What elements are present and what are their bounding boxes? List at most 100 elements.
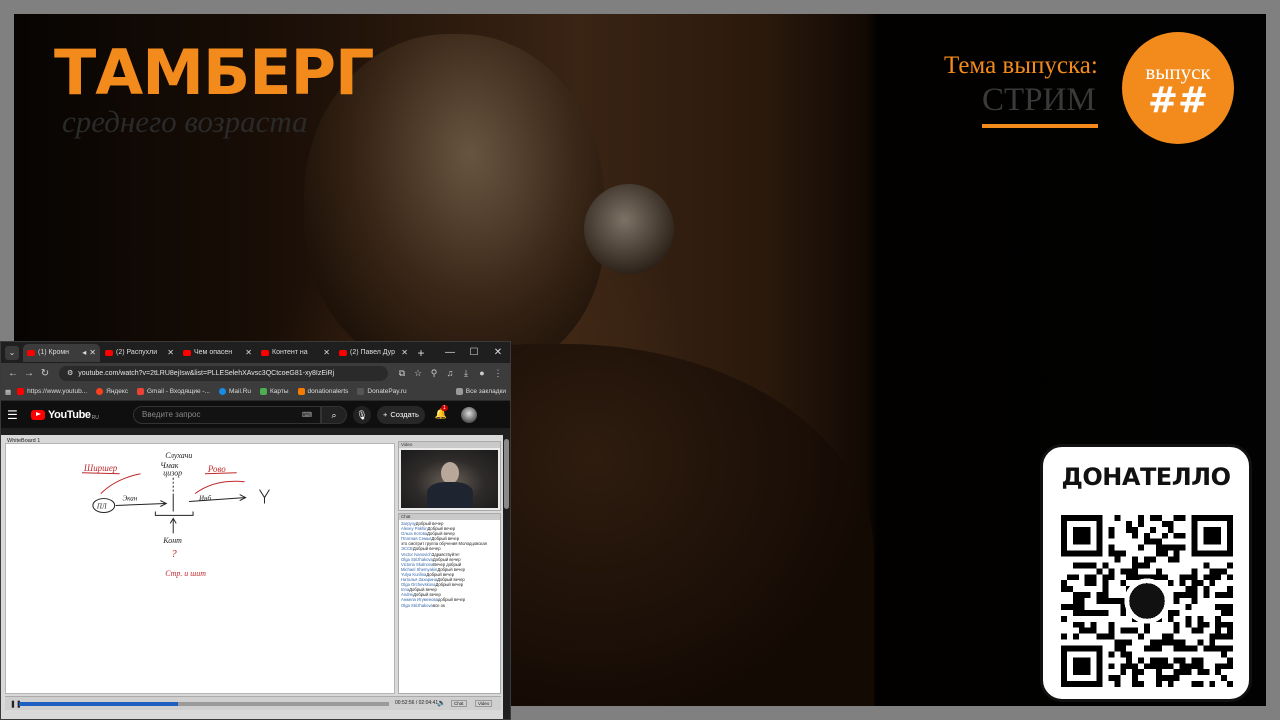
close-tab-icon[interactable]: ✕: [167, 348, 174, 357]
forward-arrow-icon[interactable]: →: [21, 368, 37, 379]
wb-node-left-label: ПЛ: [96, 502, 108, 510]
bookmark-item[interactable]: Яндекс: [96, 388, 128, 395]
close-tab-icon[interactable]: ✕: [401, 348, 408, 357]
video-panel-title: Video: [399, 442, 500, 448]
wb-label-right-top: Рово: [207, 464, 226, 474]
url-field[interactable]: ⚙ youtube.com/watch?v=2tLRU8ejIsw&list=P…: [59, 365, 388, 381]
host-hair-bun: [584, 184, 674, 274]
keyboard-icon[interactable]: ⌨: [302, 411, 312, 419]
yandex-icon: [96, 388, 104, 395]
wb-label-left-top: Ширшер: [83, 463, 118, 473]
wb-label-bottom: Стр. и шит: [165, 569, 206, 578]
episode-badge: выпуск ##: [1122, 32, 1234, 144]
bookmarks-bar: ▦ https://www.youtub... Яндекс Gmail - В…: [1, 383, 510, 401]
extensions-icon[interactable]: ⚲: [426, 368, 442, 379]
gmail-icon: [137, 388, 144, 395]
youtube-logo[interactable]: YouTube RU: [31, 409, 121, 421]
hamburger-menu-icon[interactable]: ☰: [7, 408, 27, 422]
video-player[interactable]: WhiteBoard 1 Ширшер Рово Стр. и шит Слух…: [1, 435, 510, 719]
topic-underline: [982, 124, 1098, 128]
youtube-icon: [183, 349, 191, 356]
wb-underline: [81, 472, 120, 475]
chat-toggle-button[interactable]: Chat: [451, 700, 467, 707]
close-tab-icon[interactable]: ✕: [323, 348, 330, 357]
wb-label-question: ?: [171, 548, 177, 560]
youtube-brand: YouTube: [48, 408, 91, 421]
wb-curve: [100, 473, 141, 494]
profile-icon[interactable]: ●: [474, 368, 490, 378]
notification-badge: 1: [440, 405, 448, 411]
youtube-icon: [261, 349, 269, 356]
tab-search-button[interactable]: ⌄: [5, 345, 19, 360]
apps-grid-icon[interactable]: ▦: [5, 388, 11, 396]
back-arrow-icon[interactable]: ←: [5, 368, 21, 379]
folder-icon: [455, 388, 463, 395]
url-text: youtube.com/watch?v=2tLRU8ejIsw&list=PLL…: [78, 369, 335, 377]
webcam-panel: Video: [398, 441, 501, 511]
tab-bar: ⌄ (1) Кромн ◂ ✕ (2) Распухли ✕ Чем опасе…: [1, 342, 510, 363]
maximize-icon[interactable]: ☐: [462, 347, 486, 358]
bookmark-item[interactable]: Карты: [260, 388, 289, 395]
timecode: 00:52:56 / 02:04:41: [395, 700, 439, 706]
bookmark-item[interactable]: DonatePay.ru: [357, 388, 407, 395]
reload-icon[interactable]: ↻: [37, 368, 53, 379]
minimize-icon[interactable]: —: [438, 347, 462, 358]
youtube-region: RU: [91, 414, 99, 421]
chat-text: Добрый вечер: [435, 582, 464, 588]
progress-bar[interactable]: [19, 702, 389, 706]
youtube-icon: [17, 388, 25, 395]
chat-text: все ок: [432, 602, 445, 608]
avatar[interactable]: [461, 406, 478, 423]
browser-tab[interactable]: (1) Кромн ◂ ✕: [23, 343, 100, 362]
create-button[interactable]: + Создать: [377, 405, 425, 424]
site-info-icon[interactable]: ⚙: [67, 369, 73, 377]
install-app-icon[interactable]: ⧉: [394, 368, 410, 379]
notifications-bell-icon[interactable]: 🔔 1: [435, 405, 448, 420]
wb-arrow-right-label: Инб: [198, 495, 211, 503]
browser-tab[interactable]: Чем опасен ✕: [179, 344, 256, 362]
media-control-icon[interactable]: ♫: [442, 368, 458, 378]
chat-list: ЗагрузуДобрый вечер Alexey PakhinДобрый в…: [399, 520, 500, 609]
close-tab-icon[interactable]: ✕: [89, 348, 96, 357]
close-window-icon[interactable]: ✕: [486, 347, 510, 358]
close-tab-icon[interactable]: ✕: [245, 348, 252, 357]
tab-title: (2) Павел Дур: [350, 349, 395, 356]
bookmark-item[interactable]: donationalerts: [297, 388, 348, 395]
youtube-header: ☰ YouTube RU Введите запрос ⌨ ⌕ 🎙 + Созда…: [1, 401, 510, 428]
bookmark-item[interactable]: https://www.youtub...: [17, 388, 87, 395]
address-bar-row: ← → ↻ ⚙ youtube.com/watch?v=2tLRU8ejIsw&…: [1, 363, 510, 383]
show-logo-title: ТАМБЕРГ: [54, 36, 375, 109]
bookmark-star-icon[interactable]: ☆: [410, 368, 426, 379]
episode-label: выпуск: [1145, 60, 1211, 84]
wb-label-top-3: цизор: [163, 469, 182, 478]
tab-title: (2) Распухли: [116, 349, 158, 356]
window-controls: — ☐ ✕: [438, 347, 510, 358]
wb-bracket: [154, 511, 194, 516]
wb-arrow-right: [189, 497, 245, 503]
video-toggle-button[interactable]: Video: [475, 700, 493, 707]
all-bookmarks-folder[interactable]: Все закладки: [455, 388, 506, 395]
volume-icon[interactable]: 🔈: [437, 699, 446, 707]
browser-tab[interactable]: (2) Павел Дур ✕: [335, 344, 412, 362]
search-icon[interactable]: ⌕: [321, 405, 347, 424]
tab-title: Контент на: [272, 349, 308, 356]
bookmark-item[interactable]: Mail.Ru: [218, 388, 251, 395]
downloads-icon[interactable]: ⤓: [458, 368, 474, 379]
donation-qr-code-icon[interactable]: [1061, 515, 1233, 687]
page-scrollbar[interactable]: [503, 435, 510, 719]
youtube-search-input[interactable]: Введите запрос ⌨: [133, 405, 321, 424]
show-logo-subtitle: среднего возраста: [62, 104, 308, 139]
webcam-face: [441, 462, 459, 484]
scrollbar-thumb[interactable]: [504, 439, 509, 509]
donatepay-icon: [357, 388, 365, 395]
browser-tab[interactable]: (2) Распухли ✕: [101, 344, 178, 362]
menu-dots-icon[interactable]: ⋮: [490, 368, 506, 379]
browser-tab[interactable]: Контент на ✕: [257, 344, 334, 362]
tab-title: (1) Кромн: [38, 349, 70, 356]
browser-window: ⌄ (1) Кромн ◂ ✕ (2) Распухли ✕ Чем опасе…: [0, 341, 511, 720]
new-tab-button[interactable]: +: [413, 346, 429, 360]
bookmark-item[interactable]: Gmail - Входящие -...: [137, 388, 210, 395]
microphone-icon[interactable]: 🎙: [353, 405, 371, 424]
webcam-feed: [401, 450, 498, 508]
progress-fill: [19, 702, 179, 706]
